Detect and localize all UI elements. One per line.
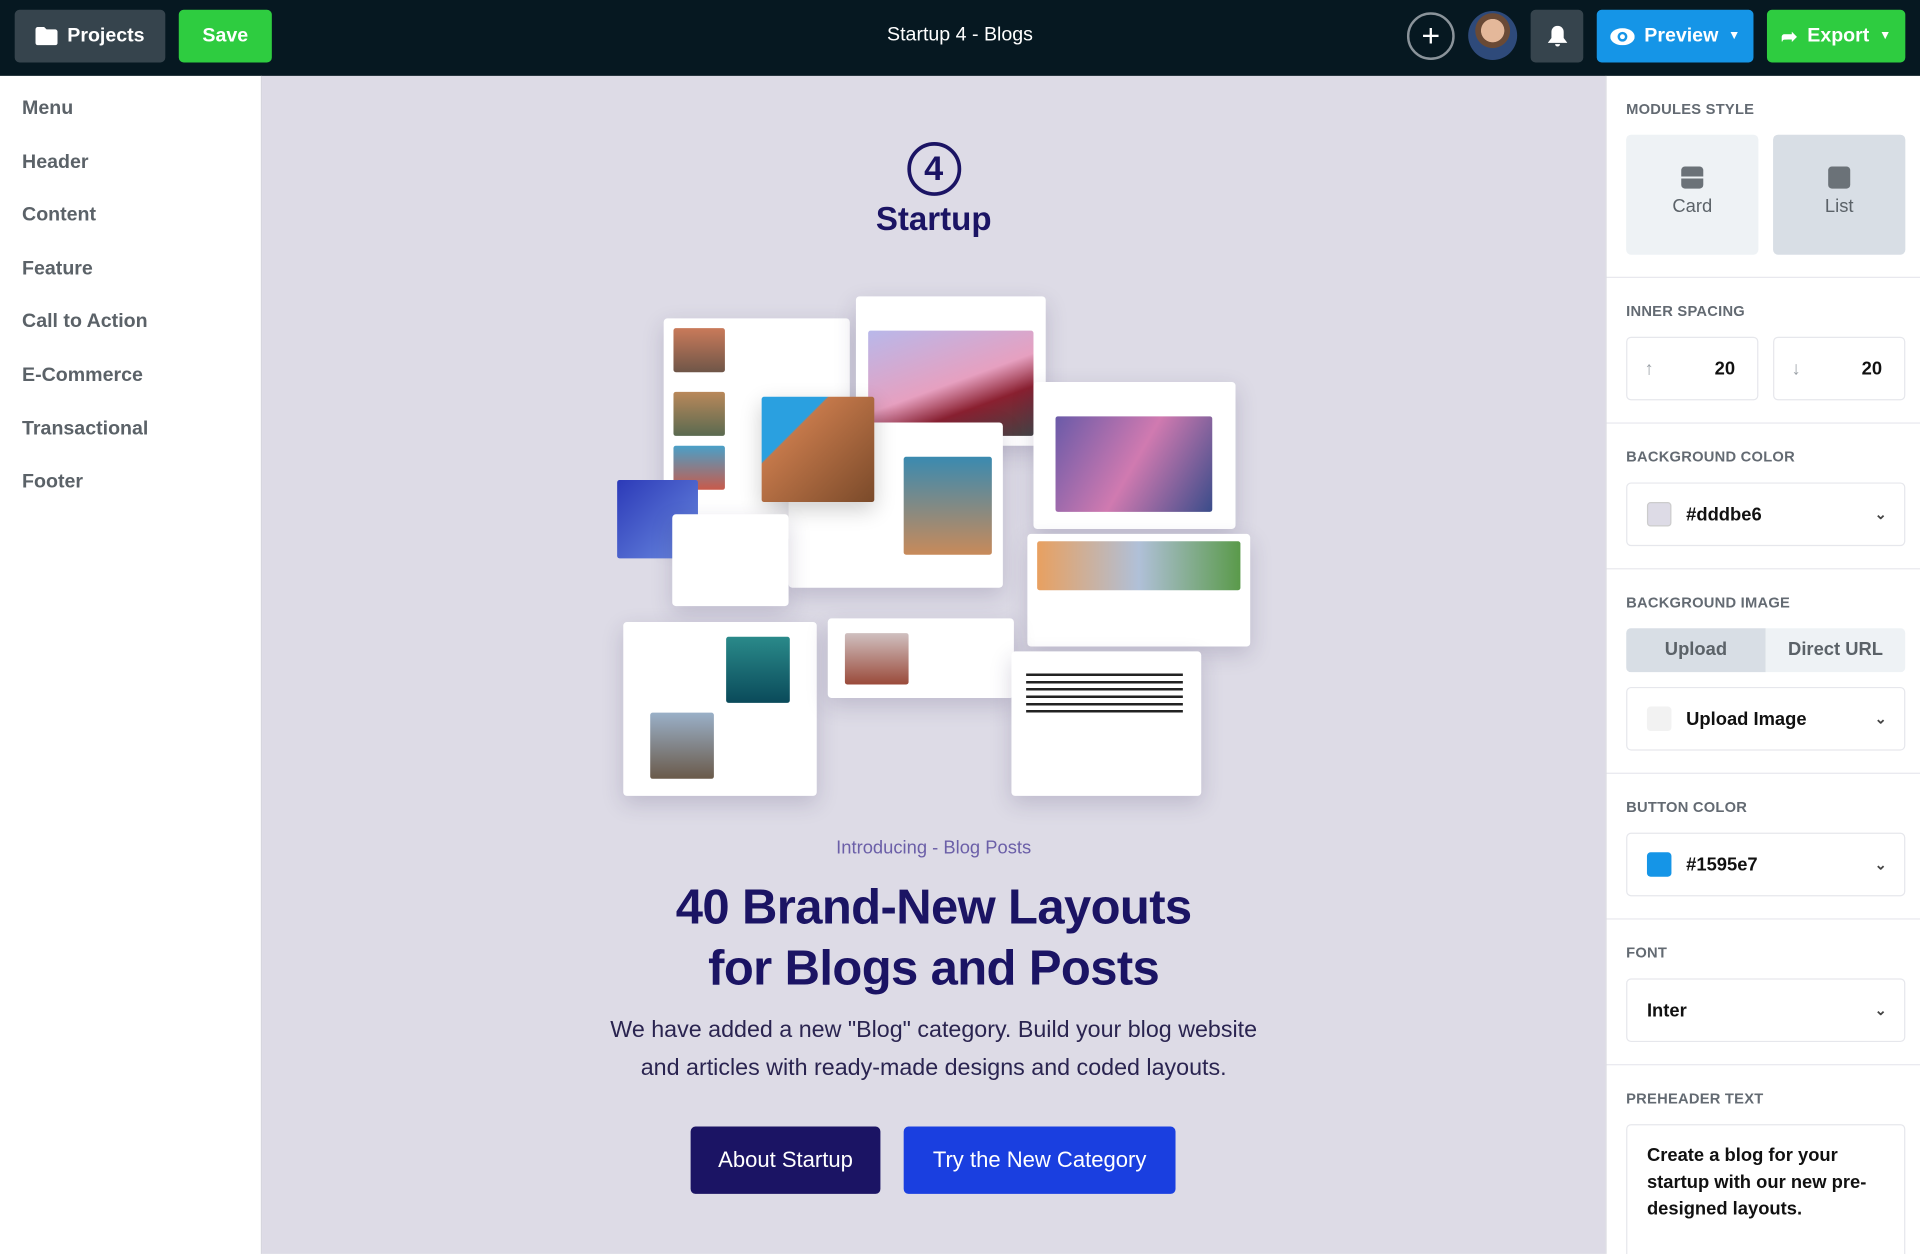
- email-canvas: 4 Startup Introducing - Blog Posts 40 Br…: [262, 75, 1606, 1254]
- tab-upload[interactable]: Upload: [1626, 628, 1766, 673]
- modules-style-section: MODULES STYLE Card List: [1606, 76, 1920, 278]
- logo-number: 4: [906, 142, 961, 196]
- export-button[interactable]: ➦ Export ▼: [1766, 9, 1906, 63]
- share-arrow-icon: ➦: [1781, 26, 1798, 48]
- chevron-down-icon: ⌄: [1874, 710, 1887, 728]
- eye-icon: [1609, 27, 1635, 45]
- background-color-value: #dddbe6: [1686, 503, 1762, 525]
- logo-text: Startup: [875, 200, 992, 238]
- background-color-section: BACKGROUND COLOR #dddbe6 ⌄: [1606, 424, 1920, 570]
- chevron-down-icon: ⌄: [1874, 855, 1887, 874]
- body-line-1: We have added a new "Blog" category. Bui…: [610, 1017, 1258, 1044]
- spacing-top-input[interactable]: ↑ 20: [1626, 336, 1759, 401]
- logo: 4 Startup: [262, 142, 1605, 239]
- folder-icon: [35, 26, 58, 46]
- preheader-label: PREHEADER TEXT: [1626, 1089, 1764, 1107]
- arrow-up-icon: ↑: [1644, 358, 1654, 379]
- caret-down-icon: ▼: [1728, 29, 1741, 43]
- background-image-section: BACKGROUND IMAGE Upload Direct URL Uploa…: [1606, 569, 1920, 774]
- sidebar-item-transactional[interactable]: Transactional: [0, 396, 261, 449]
- sidebar-item-call-to-action[interactable]: Call to Action: [0, 289, 261, 342]
- upload-image-label: Upload Image: [1686, 708, 1807, 730]
- avatar[interactable]: [1468, 11, 1518, 61]
- blog-collage-image: [617, 294, 1254, 798]
- background-color-label: BACKGROUND COLOR: [1626, 448, 1795, 466]
- notifications-button[interactable]: [1530, 9, 1584, 63]
- card-style-option[interactable]: Card: [1626, 134, 1759, 255]
- spacing-bottom-input[interactable]: ↓ 20: [1773, 336, 1906, 401]
- headline-line-1: 40 Brand-New Layouts: [675, 880, 1192, 935]
- card-layout-icon: [1681, 166, 1704, 189]
- plus-circle-icon: +: [1421, 17, 1441, 54]
- preheader-section: PREHEADER TEXT Create a blog for your st…: [1607, 1065, 1920, 1254]
- list-layout-icon: [1828, 166, 1851, 189]
- export-label: Export: [1807, 25, 1870, 46]
- sidebar: Menu Header Content Feature Call to Acti…: [0, 75, 263, 1254]
- chevron-down-icon: ⌄: [1874, 1001, 1887, 1019]
- sidebar-item-header[interactable]: Header: [0, 129, 261, 182]
- card-label: Card: [1672, 195, 1713, 217]
- button-color-value: #1595e7: [1686, 854, 1758, 875]
- button-color-section: BUTTON COLOR #1595e7 ⌄: [1606, 774, 1920, 920]
- list-style-option[interactable]: List: [1773, 134, 1906, 255]
- body-line-2: and articles with ready-made designs and…: [640, 1055, 1227, 1082]
- sidebar-item-feature[interactable]: Feature: [0, 236, 261, 289]
- modules-style-label: MODULES STYLE: [1626, 100, 1755, 118]
- preview-button[interactable]: Preview ▼: [1596, 9, 1754, 63]
- sidebar-item-content[interactable]: Content: [0, 183, 261, 236]
- sidebar-item-e-commerce[interactable]: E-Commerce: [0, 343, 261, 396]
- projects-label: Projects: [67, 25, 145, 46]
- about-startup-button[interactable]: About Startup: [690, 1126, 881, 1194]
- color-swatch: [1646, 852, 1672, 877]
- sidebar-item-footer[interactable]: Footer: [0, 450, 261, 503]
- font-select[interactable]: Inter ⌄: [1626, 978, 1906, 1043]
- color-swatch: [1646, 502, 1672, 527]
- settings-panel: MODULES STYLE Card List INNER SPACING ↑ 2…: [1605, 75, 1920, 1254]
- list-label: List: [1824, 195, 1854, 217]
- inner-spacing-section: INNER SPACING ↑ 20 ↓ 20: [1606, 278, 1920, 424]
- button-color-select[interactable]: #1595e7 ⌄: [1626, 832, 1906, 897]
- inner-spacing-label: INNER SPACING: [1626, 302, 1745, 320]
- headline-line-2: for Blogs and Posts: [708, 941, 1160, 996]
- top-bar: Projects Save Startup 4 - Blogs + Previe…: [0, 0, 1920, 76]
- tab-direct-url[interactable]: Direct URL: [1765, 628, 1906, 673]
- bell-icon: [1547, 25, 1567, 46]
- preview-label: Preview: [1644, 25, 1719, 46]
- try-new-category-button[interactable]: Try the New Category: [903, 1126, 1176, 1194]
- font-section: FONT Inter ⌄: [1606, 920, 1920, 1066]
- projects-button[interactable]: Projects: [14, 9, 166, 63]
- upload-image-select[interactable]: Upload Image ⌄: [1626, 686, 1906, 751]
- chevron-down-icon: ⌄: [1874, 505, 1887, 523]
- add-button[interactable]: +: [1406, 12, 1455, 61]
- button-color-label: BUTTON COLOR: [1626, 798, 1748, 816]
- arrow-down-icon: ↓: [1791, 358, 1801, 379]
- spacing-bottom-value: 20: [1861, 358, 1883, 379]
- font-value: Inter: [1646, 999, 1687, 1021]
- background-color-select[interactable]: #dddbe6 ⌄: [1626, 482, 1906, 547]
- background-image-label: BACKGROUND IMAGE: [1626, 593, 1791, 612]
- spacing-top-value: 20: [1714, 358, 1736, 379]
- sidebar-item-menu[interactable]: Menu: [0, 76, 261, 129]
- preheader-textarea[interactable]: Create a blog for your startup with our …: [1626, 1124, 1906, 1254]
- save-button[interactable]: Save: [178, 9, 272, 63]
- body-text: We have added a new "Blog" category. Bui…: [262, 1011, 1605, 1087]
- headline: 40 Brand-New Layouts for Blogs and Posts: [262, 877, 1605, 999]
- font-label: FONT: [1626, 944, 1668, 962]
- image-placeholder: [1646, 706, 1672, 732]
- caret-down-icon: ▼: [1879, 29, 1892, 43]
- eyebrow-text: Introducing - Blog Posts: [836, 837, 1032, 859]
